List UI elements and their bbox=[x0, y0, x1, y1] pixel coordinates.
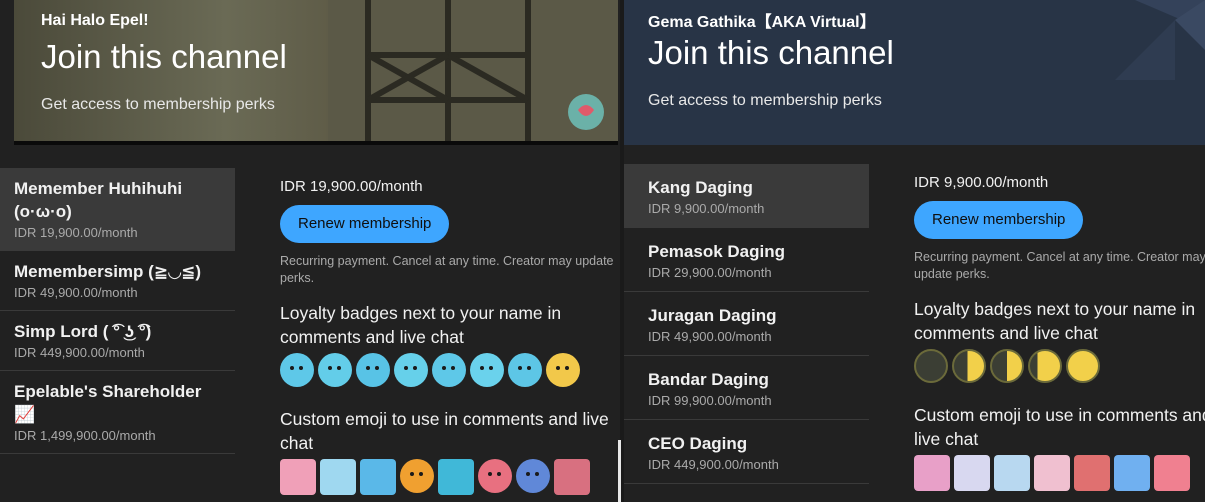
banner-artwork bbox=[328, 0, 618, 141]
tier-item[interactable]: Pemasok Daging IDR 29,900.00/month bbox=[624, 228, 869, 292]
tier-name: Memember Huhihuhi (o·ω·o) bbox=[14, 179, 183, 221]
channel-banner: Gema Gathika【AKA Virtual】 Join this chan… bbox=[624, 0, 1205, 145]
channel-name: Gema Gathika【AKA Virtual】 bbox=[648, 14, 876, 31]
emoji-icon bbox=[280, 459, 316, 495]
tier-price: IDR 1,499,900.00/month bbox=[14, 428, 156, 443]
right-membership-panel: Gema Gathika【AKA Virtual】 Join this chan… bbox=[624, 0, 1205, 502]
emoji-icon bbox=[1034, 455, 1070, 491]
moon-badge-icon bbox=[990, 349, 1024, 383]
loyalty-badges-title: Loyalty badges next to your name in comm… bbox=[914, 299, 1196, 343]
emoji-icon bbox=[1154, 455, 1190, 491]
moon-badge-icon bbox=[1066, 349, 1100, 383]
badge-icon bbox=[470, 353, 504, 387]
tier-details: IDR 19,900.00/month Renew membership Rec… bbox=[280, 178, 620, 499]
badge-icon bbox=[508, 353, 542, 387]
tier-price: IDR 9,900.00/month bbox=[648, 201, 765, 216]
tier-name: Kang Daging bbox=[648, 178, 753, 197]
emoji-icon bbox=[478, 459, 512, 493]
badge-icon bbox=[280, 353, 314, 387]
tier-item[interactable]: CEO Daging IDR 449,900.00/month bbox=[624, 420, 869, 484]
selected-price: IDR 19,900.00/month bbox=[280, 178, 423, 195]
tier-name: Simp Lord ( ͡° ͜ʖ ͡°) bbox=[14, 322, 152, 341]
renew-membership-button[interactable]: Renew membership bbox=[914, 201, 1084, 239]
emoji-icon bbox=[516, 459, 550, 493]
moon-badge-icon bbox=[1028, 349, 1062, 383]
badge-icon bbox=[432, 353, 466, 387]
emoji-icon bbox=[1114, 455, 1150, 491]
tier-name: Epelable's Shareholder 📈 bbox=[14, 382, 202, 424]
custom-emoji-row bbox=[914, 455, 1205, 495]
tier-item[interactable]: Epelable's Shareholder 📈 IDR 1,499,900.0… bbox=[0, 371, 235, 454]
badge-icon bbox=[394, 353, 428, 387]
channel-banner: Hai Halo Epel! Join this channel Get acc… bbox=[14, 0, 618, 145]
tier-details: IDR 9,900.00/month Renew membership Recu… bbox=[914, 174, 1205, 495]
scroll-indicator bbox=[618, 440, 621, 502]
moon-badge-icon bbox=[914, 349, 948, 383]
tier-price: IDR 19,900.00/month bbox=[14, 225, 138, 240]
tier-price: IDR 29,900.00/month bbox=[648, 265, 772, 280]
emoji-icon bbox=[320, 459, 356, 495]
tier-name: Memembersimp (≧◡≦) bbox=[14, 262, 202, 281]
tier-price: IDR 49,900.00/month bbox=[648, 329, 772, 344]
badge-icon bbox=[546, 353, 580, 387]
renew-membership-button[interactable]: Renew membership bbox=[280, 205, 450, 243]
tier-item[interactable]: Bandar Daging IDR 99,900.00/month bbox=[624, 356, 869, 420]
custom-emoji-title: Custom emoji to use in comments and live… bbox=[280, 409, 609, 453]
emoji-icon bbox=[400, 459, 434, 493]
recurring-note: Recurring payment. Cancel at any time. C… bbox=[280, 254, 614, 285]
perks-subtitle: Get access to membership perks bbox=[648, 92, 882, 109]
tier-price: IDR 449,900.00/month bbox=[14, 345, 145, 360]
loyalty-badges-row bbox=[914, 349, 1205, 389]
custom-emoji-row bbox=[280, 459, 620, 499]
join-heading: Join this channel bbox=[41, 38, 287, 75]
moon-badge-icon bbox=[952, 349, 986, 383]
tier-price: IDR 49,900.00/month bbox=[14, 285, 138, 300]
tier-list: Kang Daging IDR 9,900.00/month Pemasok D… bbox=[624, 164, 869, 484]
loyalty-badges-title: Loyalty badges next to your name in comm… bbox=[280, 303, 562, 347]
banner-artwork bbox=[1115, 0, 1205, 80]
badge-icon bbox=[318, 353, 352, 387]
tier-item[interactable]: Kang Daging IDR 9,900.00/month bbox=[624, 164, 869, 228]
tier-name: Pemasok Daging bbox=[648, 242, 785, 261]
loyalty-badges-row bbox=[280, 353, 620, 393]
selected-price: IDR 9,900.00/month bbox=[914, 174, 1049, 191]
emoji-icon bbox=[1074, 455, 1110, 491]
emoji-icon bbox=[994, 455, 1030, 491]
badge-icon bbox=[356, 353, 390, 387]
tier-list: Memember Huhihuhi (o·ω·o) IDR 19,900.00/… bbox=[0, 168, 235, 454]
tier-item[interactable]: Memember Huhihuhi (o·ω·o) IDR 19,900.00/… bbox=[0, 168, 235, 251]
tier-item[interactable]: Juragan Daging IDR 49,900.00/month bbox=[624, 292, 869, 356]
channel-name: Hai Halo Epel! bbox=[41, 12, 149, 29]
perks-subtitle: Get access to membership perks bbox=[41, 96, 275, 113]
emoji-icon bbox=[954, 455, 990, 491]
custom-emoji-title: Custom emoji to use in comments and live… bbox=[914, 405, 1205, 449]
emoji-icon bbox=[360, 459, 396, 495]
tier-name: CEO Daging bbox=[648, 434, 748, 453]
emoji-icon bbox=[438, 459, 474, 495]
tier-name: Bandar Daging bbox=[648, 370, 769, 389]
tier-item[interactable]: Memembersimp (≧◡≦) IDR 49,900.00/month bbox=[0, 251, 235, 311]
join-heading: Join this channel bbox=[648, 34, 894, 71]
tier-price: IDR 449,900.00/month bbox=[648, 457, 779, 472]
emoji-icon bbox=[914, 455, 950, 491]
recurring-note: Recurring payment. Cancel at any time. C… bbox=[914, 250, 1205, 281]
tier-name: Juragan Daging bbox=[648, 306, 777, 325]
emoji-icon bbox=[554, 459, 590, 495]
tier-price: IDR 99,900.00/month bbox=[648, 393, 772, 408]
left-membership-panel: Hai Halo Epel! Join this channel Get acc… bbox=[0, 0, 620, 502]
tier-item[interactable]: Simp Lord ( ͡° ͜ʖ ͡°) IDR 449,900.00/mon… bbox=[0, 311, 235, 371]
